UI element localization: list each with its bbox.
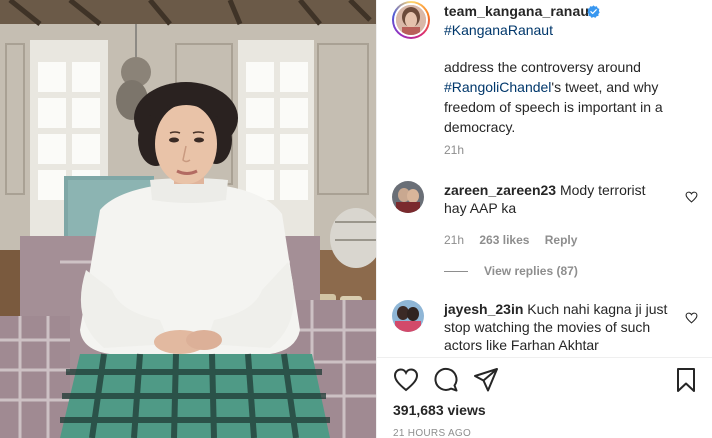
verified-badge-icon (587, 5, 600, 18)
commenter-avatar[interactable] (392, 181, 424, 213)
views-count[interactable]: 391,683 views (393, 402, 486, 418)
send-icon[interactable] (473, 367, 499, 393)
caption-text-part1: address the controversy around (444, 59, 641, 75)
commenter-avatar-image (392, 181, 424, 213)
post-video[interactable] (0, 0, 376, 438)
author-hashtag-link[interactable]: #KanganaRanaut (444, 22, 553, 38)
view-replies-label: View replies (87) (484, 264, 578, 278)
comment-likes[interactable]: 263 likes (479, 233, 529, 247)
video-frame-illustration (0, 0, 376, 438)
caption-timestamp[interactable]: 21h (444, 143, 464, 157)
post-header: team_kangana_ranaut #KanganaRanaut (377, 0, 712, 48)
post-details-panel: team_kangana_ranaut #KanganaRanaut addre… (376, 0, 712, 438)
comment-reply-button[interactable]: Reply (545, 233, 578, 247)
comment-username[interactable]: zareen_zareen23 (444, 182, 556, 198)
comment-body: jayesh_23in Kuch nahi kagna ji just stop… (444, 300, 669, 354)
view-replies-button[interactable]: View replies (87) (444, 264, 578, 278)
comment-time[interactable]: 21h (444, 233, 464, 247)
bookmark-icon[interactable] (673, 367, 699, 393)
post-caption: address the controversy around #RangoliC… (444, 57, 704, 137)
post-timestamp[interactable]: 21 HOURS AGO (393, 428, 471, 438)
comment-like-heart-icon[interactable] (685, 312, 698, 324)
replies-divider (444, 271, 468, 273)
caption-hashtag-link[interactable]: #RangoliChandel (444, 79, 551, 95)
comment-like-heart-icon[interactable] (685, 191, 698, 203)
comment-meta: 21h 263 likes Reply (444, 233, 589, 247)
author-username[interactable]: team_kangana_ranaut (444, 3, 594, 19)
heart-icon[interactable] (393, 367, 419, 393)
comment-body: zareen_zareen23 Mody terrorist hay AAP k… (444, 181, 669, 217)
comment-clip-area: jayesh_23in Kuch nahi kagna ji just stop… (377, 296, 712, 354)
comment-username[interactable]: jayesh_23in (444, 301, 523, 317)
author-avatar[interactable] (392, 1, 430, 39)
author-avatar-image (396, 5, 426, 35)
post-actions-bar: 391,683 views 21 HOURS AGO (377, 357, 712, 438)
commenter-avatar-image (392, 300, 424, 332)
comment-icon[interactable] (433, 367, 459, 393)
commenter-avatar[interactable] (392, 300, 424, 332)
